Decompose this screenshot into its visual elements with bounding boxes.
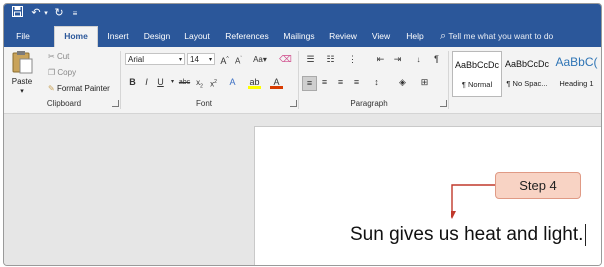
text-cursor <box>585 224 586 246</box>
shading-icon[interactable]: ◈ <box>396 76 409 89</box>
redo-icon[interactable]: ↻ <box>52 6 66 21</box>
group-divider <box>120 51 121 109</box>
save-icon[interactable] <box>10 6 24 21</box>
align-center-icon[interactable]: ≡ <box>318 76 331 89</box>
tab-file[interactable]: File <box>10 27 36 47</box>
increase-indent-icon[interactable]: ⇥ <box>391 53 404 66</box>
line-spacing-icon[interactable]: ↕ <box>370 76 383 89</box>
numbering-icon[interactable]: ☷ <box>324 53 337 66</box>
customize-icon[interactable]: ≡ <box>70 6 80 21</box>
bold-icon[interactable]: B <box>126 76 139 89</box>
style-name: ¶ No Spac... <box>506 79 548 88</box>
font-group-label: Font <box>195 99 212 108</box>
style-preview: AaBbCcDc <box>454 60 499 70</box>
style-no-spacing[interactable]: AaBbCcDc ¶ No Spac... <box>504 51 550 95</box>
search-icon: ⌕ <box>440 30 447 42</box>
shrink-font-icon[interactable]: Aˇ <box>232 53 245 66</box>
clipboard-group-label: Clipboard <box>46 99 82 108</box>
paragraph-group-label: Paragraph <box>350 99 388 108</box>
style-preview: AaBbCcDc <box>504 59 549 69</box>
font-size-dropdown[interactable]: 14 ▾ <box>187 53 215 65</box>
cut-button[interactable]: ✂ Cut <box>48 51 69 62</box>
chevron-down-icon: ▾ <box>208 57 212 63</box>
document-text: Sun gives us heat and light. <box>350 224 584 245</box>
quick-access-toolbar: ↶ ▾ ↻ ≡ <box>4 4 601 23</box>
paste-icon <box>12 51 33 74</box>
word-window: ↶ ▾ ↻ ≡ File Home Insert Design Layout R… <box>3 3 602 266</box>
tab-home[interactable]: Home <box>54 26 98 48</box>
tab-help[interactable]: Help <box>402 27 428 47</box>
superscript-icon[interactable]: x2 <box>207 76 220 89</box>
tab-design[interactable]: Design <box>139 27 175 47</box>
multilevel-list-icon[interactable]: ⋮ <box>346 53 359 66</box>
format-painter-icon: ✎ <box>48 84 55 93</box>
clipboard-launcher-icon[interactable] <box>112 100 119 107</box>
subscript-icon[interactable]: x2 <box>193 76 206 90</box>
group-divider <box>298 51 299 109</box>
grow-font-icon[interactable]: A^ <box>218 53 231 66</box>
copy-icon: ❐ <box>48 68 56 77</box>
format-painter-button[interactable]: ✎ Format Painter <box>48 83 110 94</box>
tab-layout[interactable]: Layout <box>179 27 215 47</box>
paste-dropdown-icon[interactable]: ▾ <box>8 86 36 97</box>
tab-mailings[interactable]: Mailings <box>278 27 320 47</box>
chevron-down-icon: ▾ <box>178 57 182 63</box>
document-area: Step 4 Sun gives us heat and light. <box>4 114 601 265</box>
text-highlight-icon[interactable]: ab <box>248 76 261 89</box>
borders-icon[interactable]: ⊞ <box>418 76 431 89</box>
change-case-icon[interactable]: Aa▾ <box>251 53 269 66</box>
cut-icon: ✂ <box>48 52 55 61</box>
paste-button[interactable]: Paste ▾ <box>8 50 36 97</box>
document-page[interactable]: Step 4 Sun gives us heat and light. <box>254 126 601 265</box>
style-heading-1[interactable]: AaBbC( Heading 1 <box>552 51 601 95</box>
decrease-indent-icon[interactable]: ⇤ <box>374 53 387 66</box>
tab-references[interactable]: References <box>222 27 272 47</box>
justify-icon[interactable]: ≡ <box>350 76 363 89</box>
italic-icon[interactable]: I <box>140 76 153 89</box>
ribbon-tabs: File Home Insert Design Layout Reference… <box>4 23 601 48</box>
paragraph-launcher-icon[interactable] <box>440 100 447 107</box>
align-right-icon[interactable]: ≡ <box>334 76 347 89</box>
clear-formatting-icon[interactable]: ⌫ <box>279 53 292 66</box>
font-name-dropdown[interactable]: Arial ▾ <box>125 53 185 65</box>
undo-dropdown-icon[interactable]: ▾ <box>42 6 50 21</box>
annotation-arrow-icon <box>451 184 495 219</box>
undo-icon[interactable]: ↶ <box>29 6 43 21</box>
tab-review[interactable]: Review <box>325 27 361 47</box>
bullets-icon[interactable]: ☰ <box>304 53 317 66</box>
font-launcher-icon[interactable] <box>290 100 297 107</box>
style-name: Heading 1 <box>559 79 594 88</box>
sort-icon[interactable]: ↓ <box>412 53 425 66</box>
style-preview: AaBbC( <box>555 55 598 69</box>
tell-me-box[interactable]: ⌕ Tell me what you want to do <box>440 27 553 45</box>
tell-me-text: Tell me what you want to do <box>448 31 554 41</box>
show-formatting-icon[interactable]: ¶ <box>430 53 443 66</box>
group-divider <box>448 51 449 109</box>
align-left-icon[interactable]: ≡ <box>302 76 317 91</box>
style-name: ¶ Normal <box>461 80 493 89</box>
ribbon: Paste ▾ ✂ Cut ❐ Copy ✎ Format Painter Cl… <box>4 47 601 114</box>
font-color-icon[interactable]: A <box>270 76 283 89</box>
tab-insert[interactable]: Insert <box>102 27 134 47</box>
copy-button[interactable]: ❐ Copy <box>48 67 76 78</box>
style-normal[interactable]: AaBbCcDc ¶ Normal <box>452 51 502 97</box>
step-callout: Step 4 <box>495 172 581 199</box>
text-effects-icon[interactable]: A <box>226 76 239 89</box>
tab-view[interactable]: View <box>367 27 395 47</box>
strikethrough-icon[interactable]: abc <box>178 76 191 89</box>
